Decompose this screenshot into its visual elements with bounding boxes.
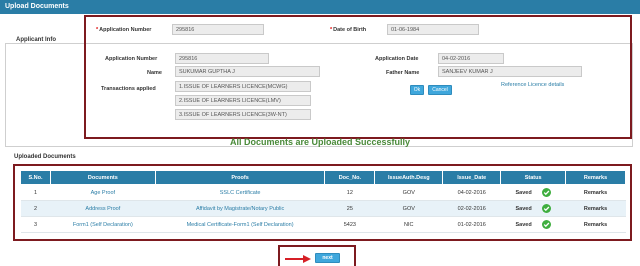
next-button[interactable]: next [315,253,340,263]
form-highlight-box [84,15,632,139]
page-title: Upload Documents [5,3,69,10]
header-bar: Upload Documents [0,0,640,14]
table-highlight-box [13,164,632,241]
applicant-info-legend: Applicant Info [14,37,58,43]
arrow-right-icon [285,255,311,263]
uploaded-documents-label: Uploaded Documents [14,154,76,160]
success-message: All Documents are Uploaded Successfully [229,137,411,147]
